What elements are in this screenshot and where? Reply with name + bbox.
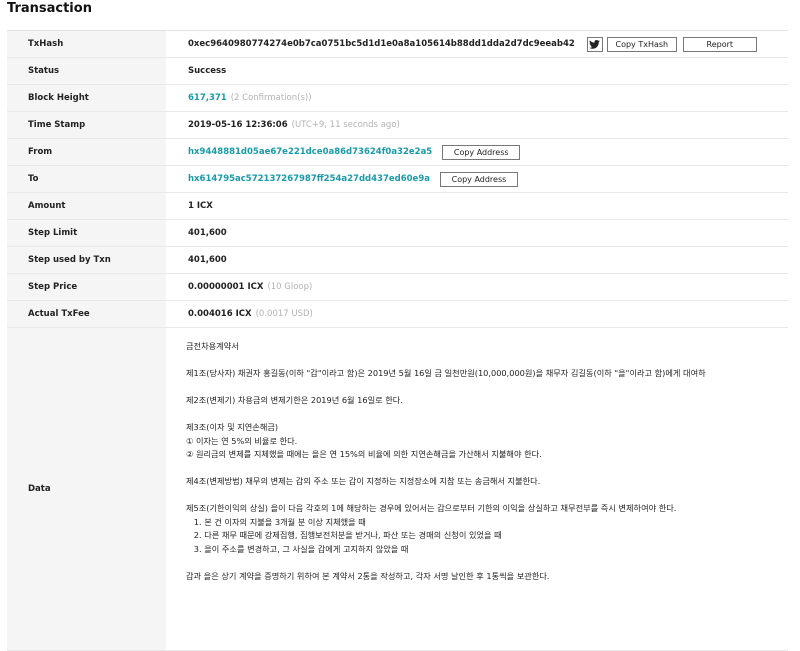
actual-fee-row: Actual TxFee 0.004016 ICX (0.0017 USD) (7, 301, 788, 328)
txhash-label: TxHash (7, 31, 166, 57)
amount-row: Amount 1 ICX (7, 193, 788, 220)
txhash-row: TxHash 0xec9640980774274e0b7ca0751bc5d1d… (7, 31, 788, 58)
block-height-label: Block Height (7, 85, 166, 111)
data-content: 금전차용계약서제1조(당사자) 채권자 홍길동(이하 "갑"이라고 함)은 20… (166, 328, 788, 650)
status-row: Status Success (7, 58, 788, 85)
to-address-link[interactable]: hx614795ac572137267987ff254a27dd437ed60e… (188, 174, 430, 184)
txhash-value-cell: 0xec9640980774274e0b7ca0751bc5d1d1e0a8a1… (166, 31, 788, 57)
data-line: ① 이자는 연 5%의 비율로 한다. (186, 435, 298, 446)
block-height-row: Block Height 617,371 (2 Confirmation(s)) (7, 85, 788, 112)
report-button[interactable]: Report (682, 36, 757, 52)
step-used-value: 401,600 (188, 255, 227, 265)
step-used-row: Step used by Txn 401,600 (7, 247, 788, 274)
timestamp-row: Time Stamp 2019-05-16 12:36:06 (UTC+9, 1… (7, 112, 788, 139)
copy-txhash-button[interactable]: Copy TxHash (606, 36, 677, 52)
actual-fee-unit: ICX (235, 309, 252, 319)
to-label: To (7, 166, 166, 192)
actual-fee-extra: (0.0017 USD) (255, 309, 313, 319)
to-row: To hx614795ac572137267987ff254a27dd437ed… (7, 166, 788, 193)
data-line: 제3조(이자 및 지연손해금) (186, 422, 279, 432)
step-price-value: 0.00000001 (188, 282, 245, 292)
data-line (186, 462, 788, 476)
step-limit-row: Step Limit 401,600 (7, 220, 788, 247)
data-line: 2. 다른 채무 때문에 강제집행, 집행보전처분을 받거나, 파산 또는 경매… (186, 530, 502, 540)
data-line: 1. 본 건 이자의 지불을 3개월 분 이상 지체했을 때 (186, 516, 366, 527)
data-line (186, 381, 788, 395)
actual-fee-label: Actual TxFee (7, 301, 166, 327)
data-line: 제2조(변제기) 차용금의 변제기한은 2019년 6월 16일로 한다. (186, 395, 403, 405)
data-line (186, 556, 788, 570)
step-limit-value: 401,600 (188, 228, 227, 238)
data-line: 갑과 을은 상기 계약을 증명하기 위하여 본 계약서 2통을 작성하고, 각자… (186, 570, 550, 581)
from-row: From hx9448881d05ae67e221dce0a86d73624f0… (7, 139, 788, 166)
data-line: 제5조(기한이익의 상실) 을이 다음 각호의 1에 해당하는 경우에 있어서는… (186, 503, 677, 513)
status-value: Success (188, 66, 227, 76)
copy-from-address-button[interactable]: Copy Address (442, 144, 521, 160)
block-height-link[interactable]: 617,371 (188, 93, 227, 103)
data-line: 제1조(당사자) 채권자 홍길동(이하 "갑"이라고 함)은 2019년 5월 … (186, 368, 706, 378)
data-line: 금전차용계약서 (186, 341, 239, 351)
data-line (186, 354, 788, 368)
confirmations-text: (2 Confirmation(s)) (230, 93, 312, 103)
data-line (186, 489, 788, 503)
data-label: Data (7, 328, 166, 650)
page-title: Transaction (7, 1, 92, 16)
timestamp-label: Time Stamp (7, 112, 166, 138)
step-price-unit: ICX (247, 282, 264, 292)
data-line (186, 408, 788, 422)
step-price-extra: (10 Gloop) (267, 282, 313, 292)
timestamp-relative: (UTC+9, 11 seconds ago) (291, 120, 400, 130)
data-row: Data 금전차용계약서제1조(당사자) 채권자 홍길동(이하 "갑"이라고 함… (7, 328, 788, 651)
from-address-link[interactable]: hx9448881d05ae67e221dce0a86d73624f0a32e2… (188, 147, 432, 157)
from-label: From (7, 139, 166, 165)
data-line: ② 원리금의 변제를 지체했을 때에는 을은 연 15%의 비율에 의한 지연손… (186, 449, 542, 459)
status-label: Status (7, 58, 166, 84)
amount-label: Amount (7, 193, 166, 219)
step-price-label: Step Price (7, 274, 166, 300)
data-line: 제4조(변제방법) 채무의 변제는 갑의 주소 또는 갑이 지정하는 지정장소에… (186, 476, 541, 486)
timestamp-value: 2019-05-16 12:36:06 (188, 120, 288, 130)
transaction-table: TxHash 0xec9640980774274e0b7ca0751bc5d1d… (7, 30, 788, 651)
step-limit-label: Step Limit (7, 220, 166, 246)
step-used-label: Step used by Txn (7, 247, 166, 273)
txhash-value: 0xec9640980774274e0b7ca0751bc5d1d1e0a8a1… (188, 39, 575, 49)
twitter-share-button[interactable] (586, 36, 603, 52)
amount-value: 1 ICX (188, 201, 213, 211)
actual-fee-value: 0.004016 (188, 309, 233, 319)
twitter-icon (589, 39, 601, 49)
copy-to-address-button[interactable]: Copy Address (439, 171, 518, 187)
step-price-row: Step Price 0.00000001 ICX (10 Gloop) (7, 274, 788, 301)
data-line: 3. 을이 주소를 변경하고, 그 사실을 갑에게 고지하지 않았을 때 (186, 543, 409, 554)
